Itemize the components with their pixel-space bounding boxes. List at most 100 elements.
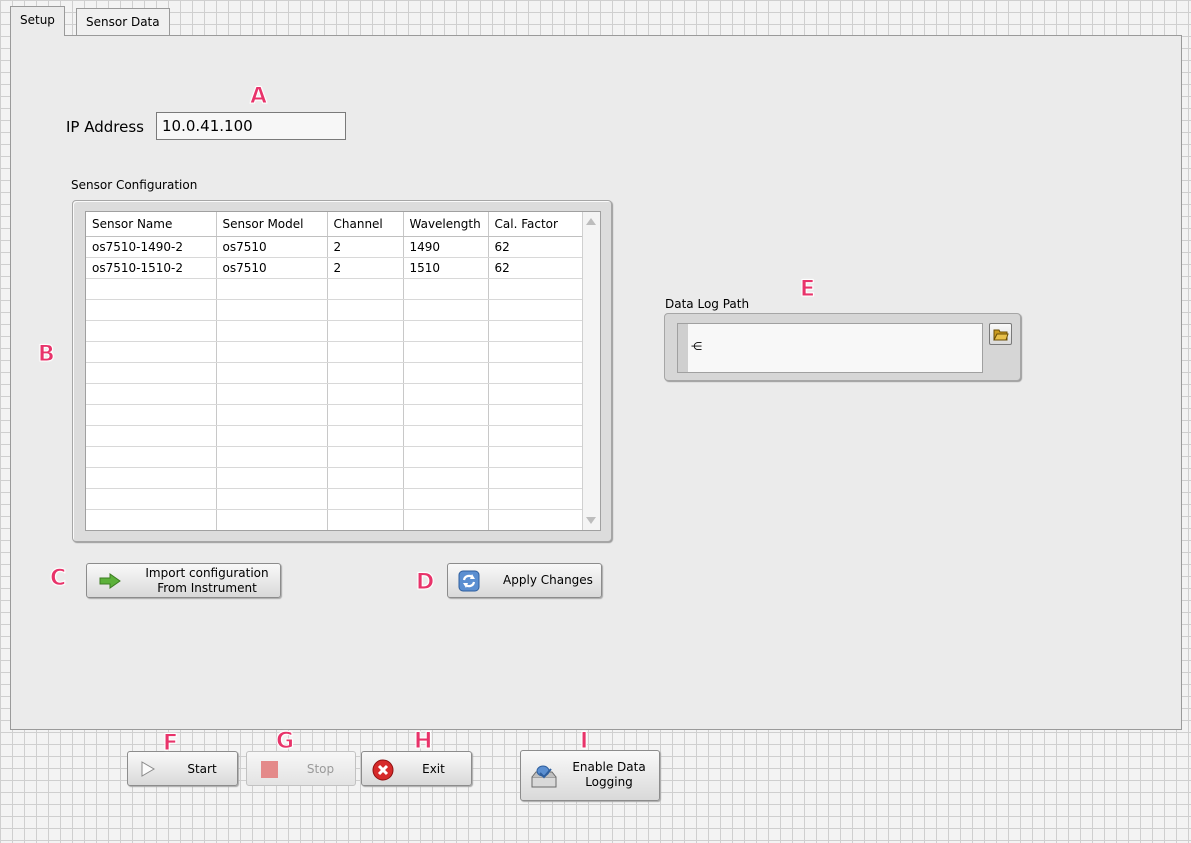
table-cell[interactable] bbox=[216, 299, 328, 321]
table-cell[interactable] bbox=[327, 383, 404, 405]
table-cell[interactable] bbox=[488, 404, 586, 426]
table-cell[interactable] bbox=[216, 509, 328, 530]
table-cell[interactable] bbox=[403, 467, 489, 489]
table-cell[interactable] bbox=[86, 320, 217, 342]
table-cell[interactable] bbox=[403, 446, 489, 468]
table-cell[interactable] bbox=[327, 509, 404, 530]
table-cell[interactable]: 2 bbox=[327, 257, 404, 279]
table-cell[interactable] bbox=[327, 278, 404, 300]
table-cell[interactable] bbox=[403, 320, 489, 342]
table-cell[interactable] bbox=[86, 404, 217, 426]
table-cell[interactable] bbox=[403, 383, 489, 405]
table-cell[interactable] bbox=[216, 278, 328, 300]
table-cell[interactable] bbox=[327, 488, 404, 510]
table-cell[interactable]: os7510 bbox=[216, 236, 328, 258]
table-cell[interactable] bbox=[86, 467, 217, 489]
table-cell[interactable]: 62 bbox=[488, 236, 586, 258]
table-row[interactable]: os7510-1510-2 os7510 2 1510 62 bbox=[86, 257, 586, 279]
table-cell[interactable]: os7510-1490-2 bbox=[86, 236, 217, 258]
tab-sensor-data[interactable]: Sensor Data bbox=[76, 8, 170, 36]
table-cell[interactable] bbox=[403, 509, 489, 530]
start-button[interactable]: Start bbox=[127, 751, 238, 786]
scroll-down-icon[interactable] bbox=[586, 517, 596, 524]
import-configuration-button[interactable]: Import configuration From Instrument bbox=[86, 563, 281, 598]
table-row[interactable] bbox=[86, 425, 586, 447]
table-row[interactable]: os7510-1490-2 os7510 2 1490 62 bbox=[86, 236, 586, 258]
table-row[interactable] bbox=[86, 341, 586, 363]
table-cell[interactable] bbox=[327, 467, 404, 489]
table-cell[interactable] bbox=[488, 299, 586, 321]
table-cell[interactable] bbox=[327, 341, 404, 363]
table-row[interactable] bbox=[86, 278, 586, 300]
table-cell[interactable] bbox=[86, 425, 217, 447]
table-cell[interactable] bbox=[488, 425, 586, 447]
table-cell[interactable]: 1490 bbox=[403, 236, 489, 258]
table-cell[interactable] bbox=[488, 509, 586, 530]
table-cell[interactable] bbox=[327, 320, 404, 342]
tab-setup[interactable]: Setup bbox=[10, 6, 65, 36]
ip-address-label: IP Address bbox=[66, 118, 144, 136]
enable-data-logging-button[interactable]: Enable Data Logging bbox=[520, 750, 660, 801]
table-cell[interactable] bbox=[86, 362, 217, 384]
ip-address-input[interactable] bbox=[156, 112, 346, 140]
exit-button[interactable]: Exit bbox=[361, 751, 472, 786]
table-cell[interactable]: 1510 bbox=[403, 257, 489, 279]
table-cell[interactable] bbox=[488, 278, 586, 300]
table-cell[interactable] bbox=[216, 404, 328, 426]
table-cell[interactable] bbox=[327, 299, 404, 321]
table-cell[interactable] bbox=[216, 383, 328, 405]
table-row[interactable] bbox=[86, 446, 586, 468]
table-cell[interactable] bbox=[216, 467, 328, 489]
table-row[interactable] bbox=[86, 299, 586, 321]
table-cell[interactable] bbox=[403, 404, 489, 426]
table-cell[interactable] bbox=[216, 341, 328, 363]
scroll-up-icon[interactable] bbox=[586, 218, 596, 225]
table-cell[interactable] bbox=[216, 488, 328, 510]
sensor-configuration-table[interactable]: Sensor Name Sensor Model Channel Wavelength… bbox=[85, 211, 601, 531]
table-cell[interactable] bbox=[488, 488, 586, 510]
table-cell[interactable] bbox=[327, 446, 404, 468]
table-cell[interactable] bbox=[403, 425, 489, 447]
table-cell[interactable] bbox=[488, 362, 586, 384]
table-row[interactable] bbox=[86, 320, 586, 342]
table-cell[interactable] bbox=[86, 299, 217, 321]
table-scrollbar[interactable] bbox=[582, 212, 600, 530]
table-cell[interactable] bbox=[86, 383, 217, 405]
table-cell[interactable] bbox=[86, 278, 217, 300]
table-row[interactable] bbox=[86, 362, 586, 384]
table-row[interactable] bbox=[86, 488, 586, 510]
table-cell[interactable] bbox=[488, 383, 586, 405]
table-cell[interactable]: os7510-1510-2 bbox=[86, 257, 217, 279]
table-cell[interactable] bbox=[327, 404, 404, 426]
table-cell[interactable] bbox=[488, 446, 586, 468]
table-cell[interactable]: 2 bbox=[327, 236, 404, 258]
table-cell[interactable] bbox=[216, 320, 328, 342]
table-cell[interactable] bbox=[86, 446, 217, 468]
table-cell[interactable] bbox=[403, 278, 489, 300]
table-cell[interactable] bbox=[86, 488, 217, 510]
table-cell[interactable]: 62 bbox=[488, 257, 586, 279]
table-row[interactable] bbox=[86, 383, 586, 405]
table-cell[interactable] bbox=[216, 425, 328, 447]
table-cell[interactable] bbox=[86, 509, 217, 530]
browse-folder-button[interactable] bbox=[989, 323, 1012, 345]
apply-changes-button[interactable]: Apply Changes bbox=[447, 563, 602, 598]
table-cell[interactable] bbox=[216, 362, 328, 384]
table-cell[interactable] bbox=[86, 341, 217, 363]
table-row[interactable] bbox=[86, 509, 586, 530]
table-row[interactable] bbox=[86, 404, 586, 426]
table-cell[interactable] bbox=[403, 341, 489, 363]
table-cell[interactable] bbox=[488, 341, 586, 363]
table-cell[interactable] bbox=[403, 299, 489, 321]
table-row[interactable] bbox=[86, 467, 586, 489]
table-cell[interactable] bbox=[327, 425, 404, 447]
table-cell[interactable] bbox=[403, 362, 489, 384]
table-cell[interactable] bbox=[327, 362, 404, 384]
table-cell[interactable] bbox=[216, 446, 328, 468]
data-log-path-input[interactable]: ⋲ bbox=[677, 323, 983, 373]
stop-button[interactable]: Stop bbox=[246, 751, 356, 786]
table-cell[interactable] bbox=[403, 488, 489, 510]
table-cell[interactable] bbox=[488, 320, 586, 342]
table-cell[interactable]: os7510 bbox=[216, 257, 328, 279]
table-cell[interactable] bbox=[488, 467, 586, 489]
